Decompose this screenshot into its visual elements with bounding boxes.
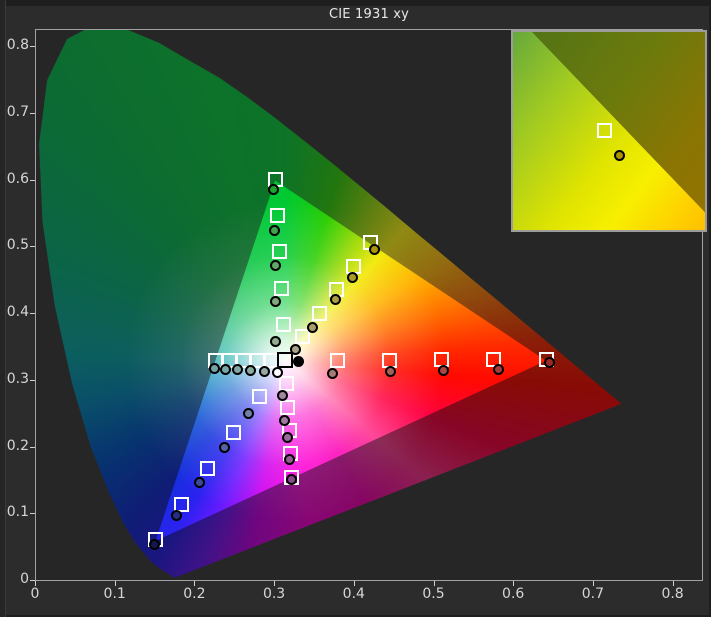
x-tick-label: 0.6 (491, 586, 535, 602)
green-measured-circle-20 (270, 336, 281, 347)
blue-target-square-40 (226, 425, 241, 440)
blue-measured-circle-20 (243, 408, 254, 419)
magenta-target-square-40 (280, 400, 295, 415)
cyan-measured-circle-20 (259, 366, 270, 377)
blue-target-square-20 (252, 389, 267, 404)
x-tick-label: 0.7 (571, 586, 615, 602)
blue-measured-circle-60 (194, 477, 205, 488)
chart-title: CIE 1931 xy (35, 7, 703, 22)
yellow-measured-circle-60 (330, 294, 341, 305)
red-measured-circle-20 (327, 368, 338, 379)
green-measured-circle-100 (268, 184, 279, 195)
x-tick-label: 0.8 (651, 586, 695, 602)
blue-measured-circle-100 (149, 539, 160, 550)
magenta-measured-circle-40 (279, 415, 290, 426)
y-tick-label: 0.4 (0, 304, 29, 320)
green-target-square-80 (270, 208, 285, 223)
y-tick-label: 0.8 (0, 37, 29, 53)
blue-measured-circle-40 (219, 442, 230, 453)
magenta-measured-circle-80 (284, 454, 295, 465)
cyan-measured-circle-80 (220, 364, 231, 375)
cie-chart-window: CIE 1931 xy 0 0.1 0.2 0.3 0.4 0.5 0.6 0.7 0.8 0 0… (0, 0, 711, 617)
red-measured-circle-100 (544, 357, 555, 368)
green-target-square-60 (272, 244, 287, 259)
blue-measured-circle-80 (171, 510, 182, 521)
red-measured-circle-80 (493, 364, 504, 375)
yellow-target-square-20 (295, 329, 310, 344)
x-tick-label: 0.1 (93, 586, 137, 602)
x-tick-label: 0.3 (252, 586, 296, 602)
y-tick-label: 0.6 (0, 171, 29, 187)
white-point-target-square (277, 352, 293, 368)
window-top-frame (0, 0, 711, 6)
y-tick (30, 447, 35, 448)
red-measured-circle-40 (385, 366, 396, 377)
yellow-measured-circle-100 (369, 244, 380, 255)
y-tick (30, 313, 35, 314)
y-tick-label: 0.3 (0, 371, 29, 387)
y-tick-label: 0.1 (0, 504, 29, 520)
green-target-square-20 (276, 317, 291, 332)
yellow-measured-circle-80 (347, 272, 358, 283)
magenta-measured-circle-20 (277, 390, 288, 401)
red-measured-circle-60 (438, 365, 449, 376)
magenta-measured-circle-60 (282, 432, 293, 443)
x-tick-label: 0.5 (412, 586, 456, 602)
magenta-measured-circle-100 (286, 474, 297, 485)
inset-target-square (597, 123, 612, 138)
white-point-measured-circle (272, 367, 283, 378)
x-tick-label: 0.4 (332, 586, 376, 602)
y-tick-label: 0.2 (0, 438, 29, 454)
blue-target-square-60 (200, 461, 215, 476)
x-tick-label: 0.2 (172, 586, 216, 602)
magenta-target-square-20 (279, 376, 294, 391)
y-tick (30, 513, 35, 514)
green-measured-circle-40 (270, 296, 281, 307)
y-tick (30, 113, 35, 114)
yellow-measured-circle-20 (290, 344, 301, 355)
y-tick (30, 46, 35, 47)
zoom-inset-panel (511, 30, 707, 232)
green-target-square-40 (274, 281, 289, 296)
y-tick-label: 0 (0, 571, 29, 587)
cyan-measured-circle-100 (209, 363, 220, 374)
yellow-measured-circle-40 (307, 322, 318, 333)
cyan-measured-circle-60 (232, 364, 243, 375)
cyan-measured-circle-40 (245, 365, 256, 376)
green-measured-circle-80 (269, 225, 280, 236)
yellow-target-square-40 (312, 306, 327, 321)
y-tick (30, 580, 35, 581)
green-measured-circle-60 (270, 260, 281, 271)
y-tick (30, 246, 35, 247)
y-tick-label: 0.5 (0, 237, 29, 253)
y-tick (30, 380, 35, 381)
x-tick-label: 0 (13, 586, 57, 602)
red-target-square-20 (330, 353, 345, 368)
y-tick-label: 0.7 (0, 104, 29, 120)
reference-black-circle (293, 356, 304, 367)
y-tick (30, 180, 35, 181)
